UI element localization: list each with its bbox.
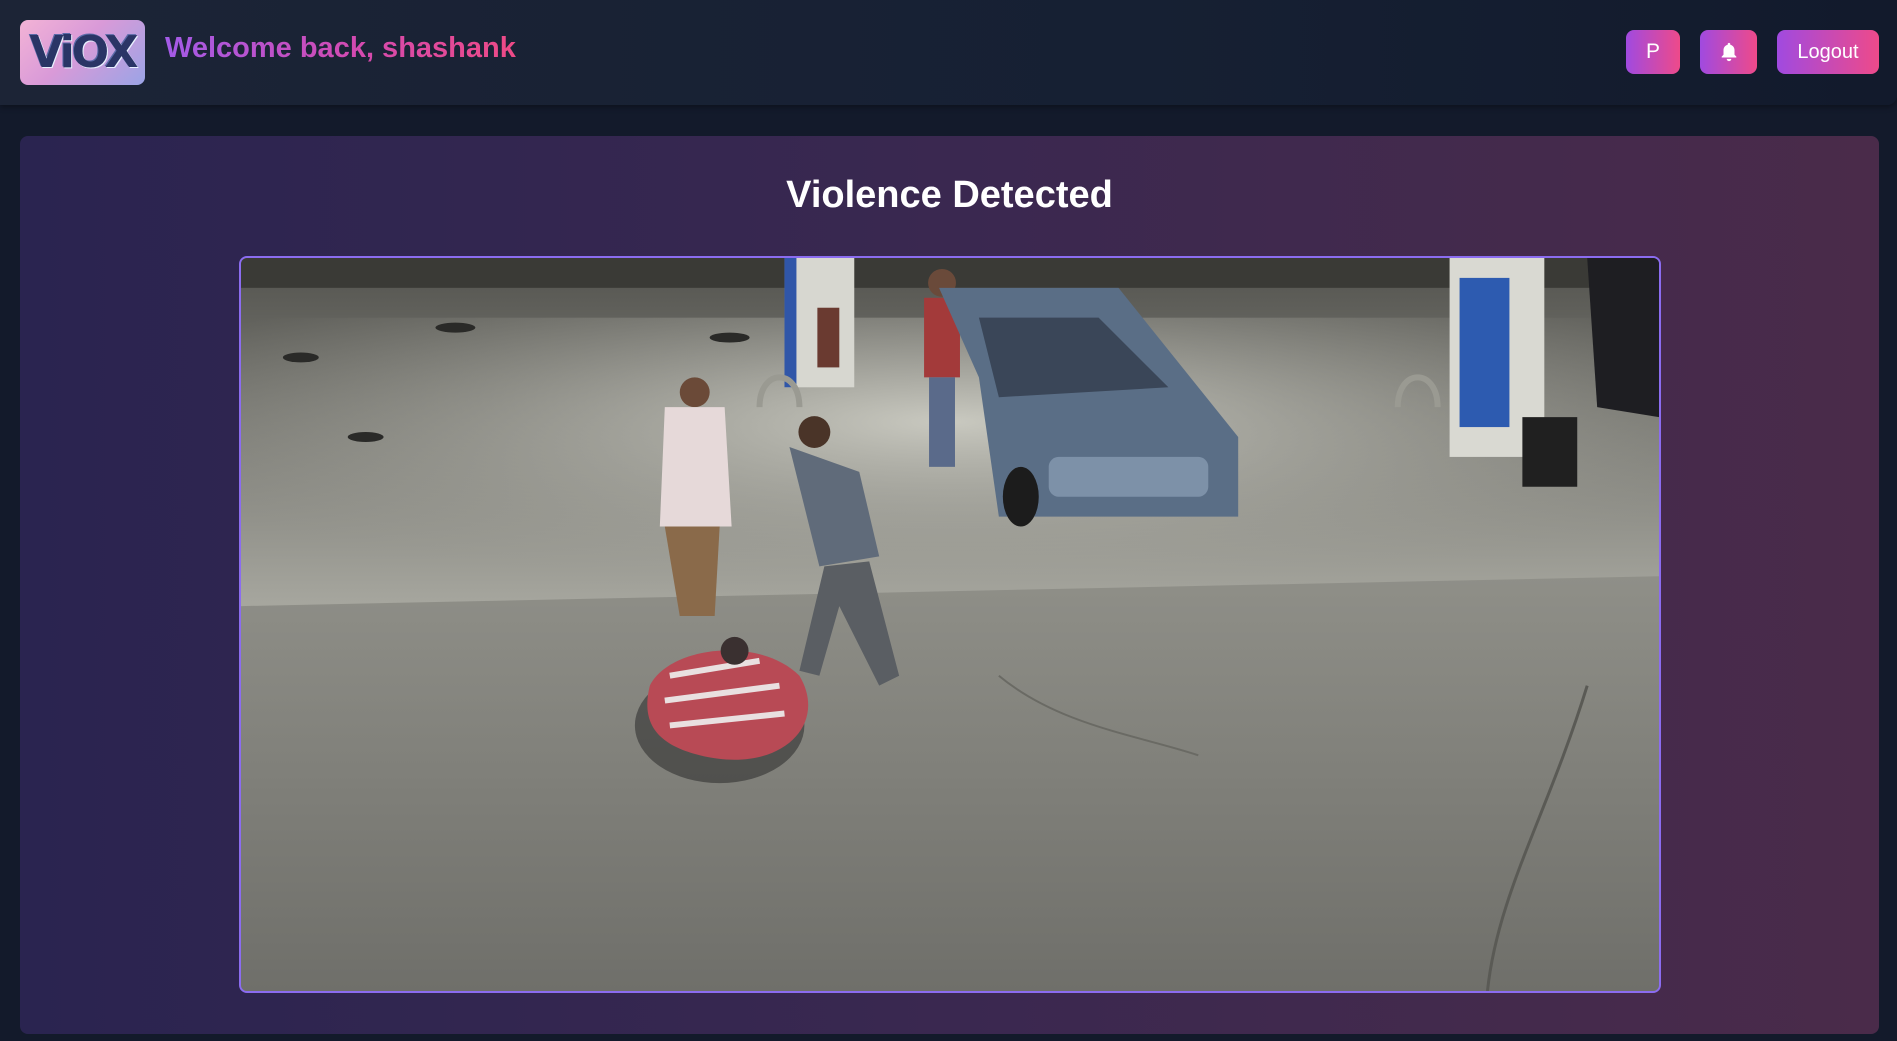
logout-button-label: Logout — [1797, 40, 1859, 63]
bell-icon — [1718, 41, 1740, 63]
profile-button-label: P — [1645, 40, 1660, 63]
top-header: ViOX Welcome back, shashank P Logout — [0, 0, 1897, 105]
detection-video-frame[interactable] — [239, 256, 1661, 993]
profile-button[interactable]: P — [1626, 30, 1680, 74]
page-title: Violence Detected — [786, 174, 1113, 216]
logo-text: ViOX — [29, 27, 138, 78]
notifications-button[interactable] — [1700, 30, 1757, 74]
logout-button[interactable]: Logout — [1777, 30, 1879, 74]
app-logo[interactable]: ViOX — [20, 20, 145, 85]
detection-panel: Violence Detected — [20, 136, 1879, 1034]
welcome-message: Welcome back, shashank — [165, 32, 516, 64]
cctv-scene-image — [241, 258, 1659, 991]
